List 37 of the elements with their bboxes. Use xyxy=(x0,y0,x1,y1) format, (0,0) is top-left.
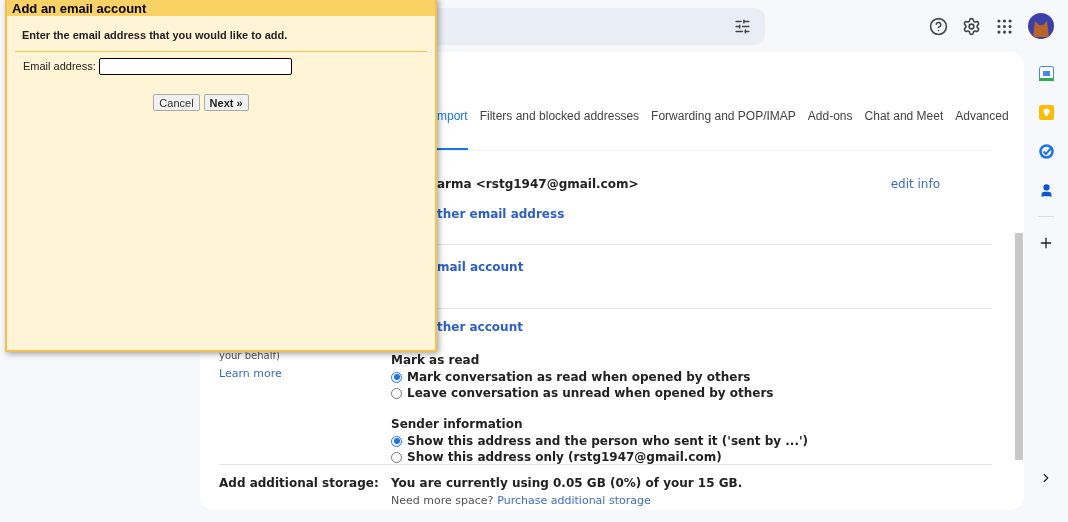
settings-tab[interactable]: Forwarding and POP/IMAP xyxy=(651,101,796,150)
settings-icon[interactable] xyxy=(962,16,981,36)
task-check-icon[interactable] xyxy=(1038,144,1054,159)
apps-icon[interactable] xyxy=(995,16,1014,36)
radio-label: Show this address only (rstg1947@gmail.com) xyxy=(407,449,722,466)
scrollbar-thumb[interactable] xyxy=(1015,233,1023,460)
avatar-icon[interactable] xyxy=(1028,13,1054,39)
dialog-instruction: Enter the email address that you would like to add. xyxy=(22,29,288,41)
dialog-title: Add an email account xyxy=(12,1,147,16)
contacts-icon[interactable] xyxy=(1038,183,1054,198)
cancel-button[interactable]: Cancel xyxy=(153,94,200,111)
add-other-account-link[interactable]: ther account xyxy=(437,318,523,336)
calendar-icon[interactable] xyxy=(1038,66,1054,81)
section-heading: Sender information xyxy=(391,416,524,433)
add-address-link[interactable]: ther email address xyxy=(437,207,565,221)
settings-tab[interactable]: Chat and Meet xyxy=(864,101,944,150)
storage-question: Need more space? xyxy=(391,493,494,509)
settings-tab[interactable]: Add-ons xyxy=(807,101,853,150)
settings-tab[interactable]: Filters and blocked addresses xyxy=(479,101,640,150)
account-address: arma <rstg1947@gmail.com> xyxy=(437,176,639,193)
field-label: Email address: xyxy=(23,59,96,75)
storage-usage: You are currently using 0.05 GB (0%) of your 15 GB. xyxy=(391,475,743,492)
radio-label: Leave conversation as unread when opened by others xyxy=(407,385,774,402)
radio-label: Show this address and the person who sent it ('sent by ...') xyxy=(407,433,809,450)
storage-label: Add additional storage: xyxy=(219,475,380,492)
settings-tab[interactable]: Advanced xyxy=(955,101,1009,150)
purchase-storage-link[interactable]: Purchase additional storage xyxy=(497,493,651,510)
edit-info-link[interactable]: edit info xyxy=(890,175,940,193)
help-icon[interactable] xyxy=(929,16,948,36)
search-options-icon[interactable] xyxy=(734,17,751,35)
section-heading: Mark as read xyxy=(391,352,481,369)
next-button[interactable]: Next » xyxy=(203,94,249,111)
add-account-link[interactable]: mail account xyxy=(437,260,524,274)
email-input-field[interactable] xyxy=(98,58,292,75)
add-icon[interactable] xyxy=(1038,235,1054,251)
radio-label: Mark conversation as read when opened by others xyxy=(407,369,751,386)
learn-more-link[interactable]: Learn more xyxy=(219,366,282,383)
